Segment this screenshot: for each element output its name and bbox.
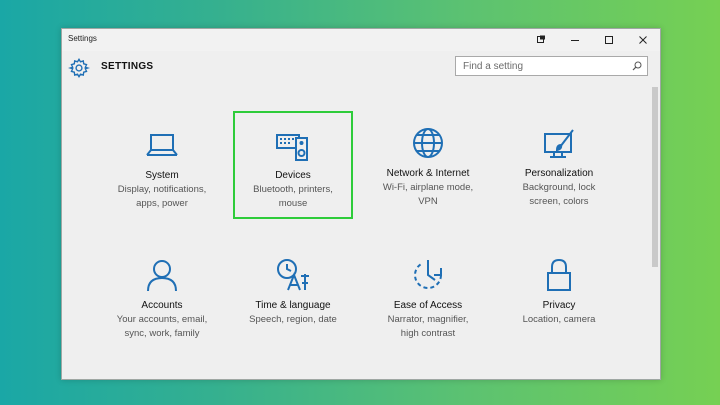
- devices-icon: [276, 134, 308, 161]
- tile-label: Ease of Access: [393, 300, 463, 311]
- tile-label: Network & Internet: [386, 168, 470, 179]
- search-input[interactable]: [456, 57, 633, 75]
- pin-button[interactable]: [524, 29, 558, 51]
- tile-privacy[interactable]: Privacy Location, camera: [499, 244, 619, 352]
- tile-personalization[interactable]: Personalization Background, lock screen,…: [499, 111, 619, 219]
- lock-icon: [547, 258, 571, 291]
- search-box[interactable]: [455, 56, 648, 76]
- globe-icon: [413, 128, 443, 158]
- tile-label: Time & language: [255, 300, 331, 311]
- tile-label: System: [145, 170, 179, 181]
- tile-description: VPN: [418, 196, 438, 207]
- maximize-icon: [605, 36, 613, 44]
- search-icon[interactable]: [632, 61, 642, 71]
- tile-description: high contrast: [400, 328, 456, 339]
- tile-system[interactable]: System Display, notifications, apps, pow…: [102, 111, 222, 219]
- tile-label: Privacy: [542, 300, 576, 311]
- tile-accounts[interactable]: Accounts Your accounts, email, sync, wor…: [102, 244, 222, 352]
- title-bar[interactable]: Settings: [62, 29, 660, 51]
- maximize-button[interactable]: [592, 29, 626, 51]
- close-button[interactable]: [626, 29, 660, 51]
- scrollbar[interactable]: [652, 87, 658, 267]
- tile-description: apps, power: [136, 198, 188, 209]
- laptop-icon: [146, 134, 178, 156]
- tile-description: screen, colors: [529, 196, 589, 207]
- pin-icon: [537, 35, 545, 43]
- minimize-button[interactable]: [558, 29, 592, 51]
- tile-description: mouse: [278, 198, 308, 209]
- tile-description: Display, notifications,: [117, 184, 207, 195]
- tile-label: Personalization: [524, 168, 594, 179]
- ease-of-access-icon: [414, 260, 443, 290]
- tile-description: Bluetooth, printers,: [253, 184, 333, 195]
- personalization-icon: [544, 129, 574, 158]
- tile-description: Speech, region, date: [249, 314, 337, 325]
- tile-description: Narrator, magnifier,: [387, 314, 469, 325]
- tile-description: Location, camera: [522, 314, 596, 325]
- gear-icon: [68, 57, 90, 79]
- tile-description: Wi-Fi, airplane mode,: [382, 182, 474, 193]
- tile-network[interactable]: Network & Internet Wi-Fi, airplane mode,…: [368, 111, 488, 219]
- tile-devices[interactable]: Devices Bluetooth, printers, mouse: [233, 111, 353, 219]
- page-title: SETTINGS: [101, 61, 154, 72]
- tile-label: Accounts: [141, 300, 183, 311]
- tile-ease-of-access[interactable]: Ease of Access Narrator, magnifier, high…: [368, 244, 488, 352]
- tile-description: Your accounts, email,: [116, 314, 208, 325]
- tile-description: Background, lock: [522, 182, 596, 193]
- tile-label: Devices: [275, 170, 311, 181]
- person-icon: [147, 260, 177, 292]
- settings-window: Settings SETTINGS Find a setting System …: [61, 28, 661, 380]
- tile-time-language[interactable]: Time & language Speech, region, date: [233, 244, 353, 352]
- time-language-icon: [277, 259, 309, 291]
- window-title: Settings: [68, 34, 97, 43]
- settings-header: SETTINGS: [62, 51, 660, 91]
- minimize-icon: [571, 40, 579, 41]
- close-icon: [639, 36, 647, 44]
- tile-description: sync, work, family: [124, 328, 200, 339]
